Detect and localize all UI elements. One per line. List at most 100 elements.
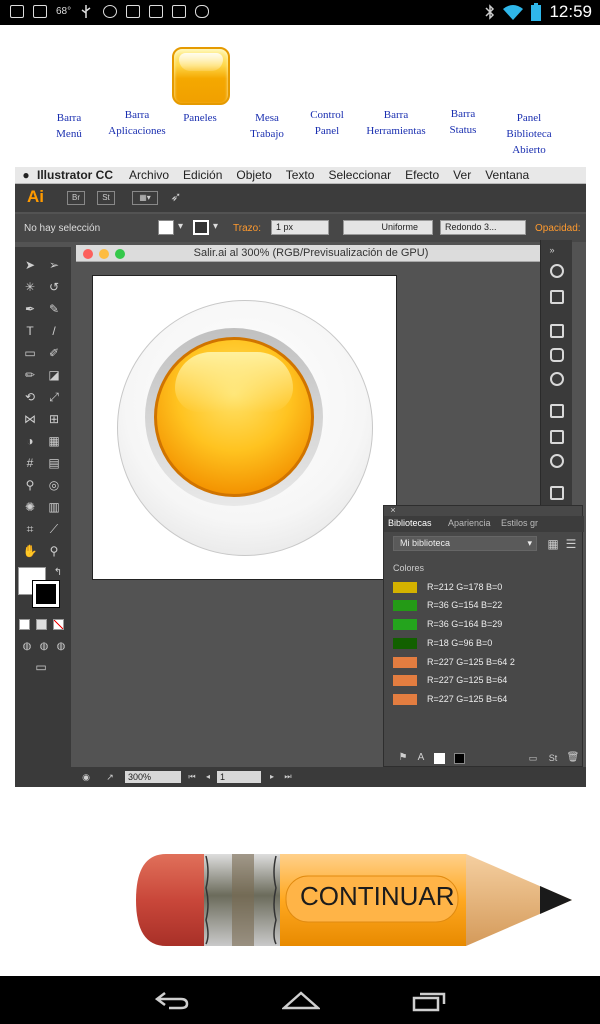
perspective-grid-tool-icon[interactable]: ▦: [45, 433, 63, 449]
library-select[interactable]: Mi biblioteca ▾: [393, 536, 537, 551]
export-icon[interactable]: ↗: [101, 769, 119, 785]
arrange-documents-icon[interactable]: ▦▾: [132, 191, 158, 205]
opacity-label[interactable]: Opacidad:: [535, 223, 581, 234]
add-fill-color-icon[interactable]: [434, 753, 445, 764]
magic-wand-tool-icon[interactable]: ✳: [21, 279, 39, 295]
menu-edicion[interactable]: Edición: [183, 168, 222, 182]
eraser-tool-icon[interactable]: ◪: [45, 367, 63, 383]
stock-search-icon[interactable]: St: [544, 750, 562, 766]
selection-tool-icon[interactable]: ➤: [21, 257, 39, 273]
zoom-tool-icon[interactable]: ⚲: [45, 543, 63, 559]
color-mode-icon[interactable]: [19, 619, 30, 630]
menu-ventana[interactable]: Ventana: [485, 168, 529, 182]
layers-panel-icon[interactable]: [550, 486, 564, 500]
stroke-weight-field[interactable]: 1 px: [271, 220, 329, 235]
gradient-tool-icon[interactable]: ▤: [45, 455, 63, 471]
color-panel-icon[interactable]: [550, 264, 564, 278]
artboard-number-field[interactable]: 1: [217, 771, 261, 783]
transparency-panel-icon[interactable]: [550, 454, 564, 468]
menu-objeto[interactable]: Objeto: [236, 168, 271, 182]
gpu-rocket-icon[interactable]: ➶: [167, 190, 185, 205]
artboard[interactable]: [92, 275, 397, 580]
apple-icon[interactable]: ●: [15, 168, 37, 182]
pen-tool-icon[interactable]: ✒: [21, 301, 39, 317]
brushes-panel-icon[interactable]: [550, 348, 564, 362]
menu-app-name[interactable]: Illustrator CC: [37, 168, 113, 182]
rotate-tool-icon[interactable]: ⟲: [21, 389, 39, 405]
tab-apariencia[interactable]: Apariencia: [448, 518, 491, 528]
label-apps-bar[interactable]: Barra Aplicaciones: [102, 107, 172, 139]
grid-view-icon[interactable]: ▦: [544, 536, 562, 552]
screen-mode-icon[interactable]: ▭: [32, 659, 50, 675]
add-stroke-color-icon[interactable]: [454, 753, 465, 764]
back-icon[interactable]: [155, 990, 189, 1010]
symbol-sprayer-tool-icon[interactable]: ✺: [21, 499, 39, 515]
stroke-panel-icon[interactable]: [550, 404, 564, 418]
draw-normal-icon[interactable]: ◍: [18, 639, 36, 655]
label-panels[interactable]: Paneles: [165, 110, 235, 126]
last-artboard-icon[interactable]: ⏭: [279, 769, 297, 785]
menu-ver[interactable]: Ver: [453, 168, 471, 182]
gradient-mode-icon[interactable]: [36, 619, 47, 630]
paintbrush-tool-icon[interactable]: ✐: [45, 345, 63, 361]
menu-efecto[interactable]: Efecto: [405, 168, 439, 182]
label-status-bar[interactable]: Barra Status: [428, 106, 498, 138]
add-graphic-icon[interactable]: ⚑: [394, 750, 412, 766]
menu-archivo[interactable]: Archivo: [129, 168, 169, 182]
add-text-icon[interactable]: A: [412, 750, 430, 766]
swap-colors-icon[interactable]: ↰: [49, 565, 67, 581]
variable-width-profile[interactable]: Uniforme: [343, 220, 433, 235]
width-tool-icon[interactable]: ⋈: [21, 411, 39, 427]
tab-estilos[interactable]: Estilos gr: [501, 518, 538, 528]
slice-tool-icon[interactable]: ⟋: [45, 521, 63, 537]
bridge-button[interactable]: Br: [67, 191, 85, 205]
curvature-tool-icon[interactable]: ✎: [45, 301, 63, 317]
fill-swatch[interactable]: [158, 220, 174, 235]
shape-builder-tool-icon[interactable]: ◑: [21, 433, 39, 449]
pencil-tool-icon[interactable]: ✏: [21, 367, 39, 383]
panels-glossy-button[interactable]: [172, 47, 230, 105]
draw-inside-icon[interactable]: ◍: [52, 639, 70, 655]
zoom-window-button[interactable]: [115, 249, 125, 259]
mesh-tool-icon[interactable]: #: [21, 455, 39, 471]
minimize-window-button[interactable]: [99, 249, 109, 259]
free-transform-tool-icon[interactable]: ⊞: [45, 411, 63, 427]
color-guide-panel-icon[interactable]: [550, 290, 564, 304]
tab-bibliotecas[interactable]: Bibliotecas: [388, 518, 432, 528]
zoom-level-field[interactable]: 300%: [125, 771, 181, 783]
swatches-panel-icon[interactable]: [550, 324, 564, 338]
fill-dropdown-icon[interactable]: ▾: [178, 221, 183, 232]
line-tool-icon[interactable]: /: [45, 323, 63, 339]
close-window-button[interactable]: [83, 249, 93, 259]
type-tool-icon[interactable]: T: [21, 323, 39, 339]
label-menu-bar[interactable]: Barra Menú: [34, 110, 104, 142]
none-mode-icon[interactable]: [53, 619, 64, 630]
stroke-color-box[interactable]: [32, 580, 60, 608]
menu-seleccionar[interactable]: Seleccionar: [328, 168, 391, 182]
home-icon[interactable]: [282, 990, 320, 1010]
recent-apps-icon[interactable]: [412, 990, 446, 1012]
column-graph-tool-icon[interactable]: ▥: [45, 499, 63, 515]
direct-selection-tool-icon[interactable]: ➢: [45, 257, 63, 273]
symbols-panel-icon[interactable]: [550, 372, 564, 386]
stroke-dropdown-icon[interactable]: ▾: [213, 221, 218, 232]
sync-status-icon[interactable]: ▭: [524, 750, 542, 766]
collapse-panels-icon[interactable]: »: [543, 242, 561, 258]
stroke-swatch[interactable]: [193, 220, 209, 235]
draw-behind-icon[interactable]: ◍: [35, 639, 53, 655]
stock-button[interactable]: St: [97, 191, 115, 205]
artboard-tool-icon[interactable]: ⌗: [21, 521, 39, 537]
menu-texto[interactable]: Texto: [286, 168, 315, 182]
delete-icon[interactable]: 🗑: [564, 750, 582, 766]
label-control-panel[interactable]: Control Panel: [292, 107, 362, 139]
brush-definition[interactable]: Redondo 3...: [440, 220, 526, 235]
continue-pencil-button[interactable]: CONTINUAR: [136, 852, 576, 948]
gradient-panel-icon[interactable]: [550, 430, 564, 444]
scale-tool-icon[interactable]: ⤢: [45, 389, 63, 405]
eyedropper-tool-icon[interactable]: ⚲: [21, 477, 39, 493]
blend-tool-icon[interactable]: ◎: [45, 477, 63, 493]
previous-artboard-icon[interactable]: ◂: [199, 769, 217, 785]
lasso-tool-icon[interactable]: ↺: [45, 279, 63, 295]
gpu-performance-icon[interactable]: ◉: [77, 769, 95, 785]
label-library-panel[interactable]: Panel Biblioteca Abierto: [494, 110, 564, 158]
